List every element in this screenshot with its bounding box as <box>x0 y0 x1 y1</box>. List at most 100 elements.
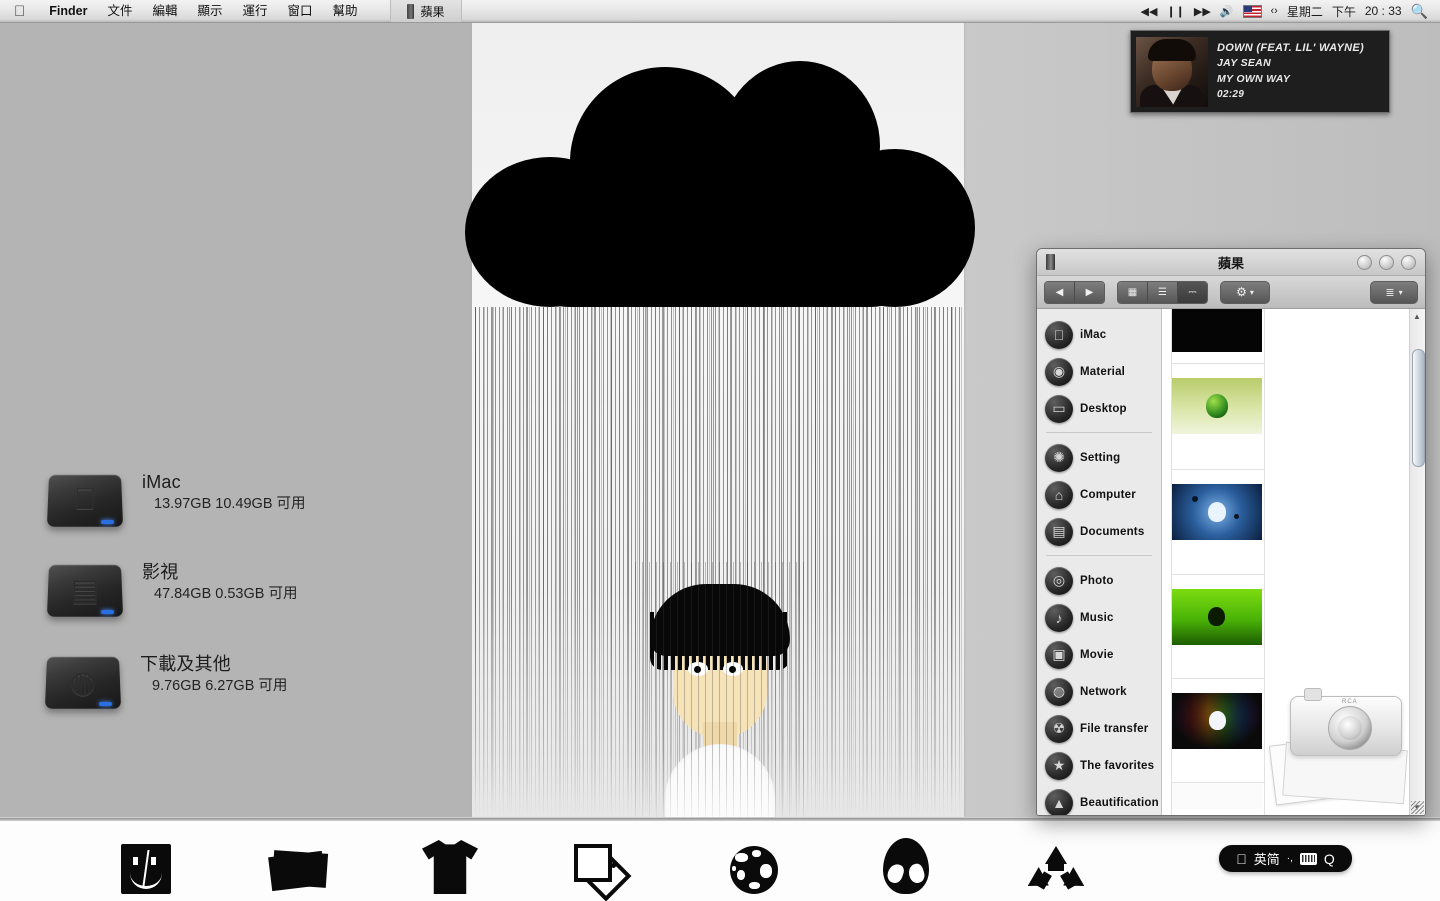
rewind-icon[interactable]: ◀◀ <box>1141 5 1158 18</box>
dock-item-browser[interactable] <box>718 832 790 894</box>
minimize-button[interactable] <box>1379 254 1394 270</box>
menu-item-finder[interactable]: Finder <box>39 0 97 22</box>
menu-item-go[interactable]: 運行 <box>233 0 278 22</box>
menubar-document-tab[interactable]: 蘋果 <box>389 0 462 22</box>
fast-forward-icon[interactable]: ▶▶ <box>1194 5 1211 18</box>
pause-icon[interactable]: ❙❙ <box>1166 5 1184 18</box>
apple-menu-icon[interactable]:  <box>14 4 25 19</box>
sidebar-item-file-transfer[interactable]: ☢ File transfer <box>1037 710 1161 747</box>
star-favorites-icon: ★ <box>1045 751 1073 780</box>
close-button[interactable] <box>1357 254 1372 270</box>
wallpaper-thumb-blue-splash[interactable] <box>1171 469 1265 581</box>
wallpaper-thumb-color-apple[interactable] <box>1171 678 1265 790</box>
file-transfer-icon: ☢ <box>1045 714 1073 743</box>
sidebar-item-label: Beautification <box>1080 796 1159 809</box>
back-arrow-icon[interactable]: ◀ <box>1045 281 1075 303</box>
wallpaper-thumb-green-apple[interactable] <box>1171 363 1265 475</box>
dock-item-finder[interactable] <box>110 832 182 894</box>
wallpaper-thumb-partial[interactable] <box>1171 782 1265 815</box>
photo-camera-icon: ◎ <box>1045 566 1073 595</box>
drive-name: 下載及其他 <box>140 654 231 674</box>
drive-glyph:  <box>44 473 126 527</box>
finder-toolbar[interactable]: ◀ ▶ ▦ ☰ ⎓ ⚙ ▾ ≣ ▾ <box>1037 276 1425 309</box>
drive-size: 47.84GB 0.53GB 可用 <box>154 586 298 602</box>
sidebar-item-label: The favorites <box>1080 759 1155 772</box>
column-view-button[interactable]: ⎓ <box>1178 281 1207 303</box>
menu-item-help[interactable]: 幫助 <box>323 0 368 22</box>
sync-icon[interactable]: ‹› <box>1271 5 1278 17</box>
menubar-document-title: 蘋果 <box>409 4 445 19</box>
music-now-playing-widget[interactable]: DOWN (FEAT. LIL' WAYNE) JAY SEAN MY OWN … <box>1130 30 1390 113</box>
finder-sidebar[interactable]:  iMac ◉ Material ▭ Desktop ✺ Setting ⌂ … <box>1037 309 1162 815</box>
zoom-button[interactable] <box>1401 254 1416 270</box>
sidebar-item-movie[interactable]: ▣ Movie <box>1037 636 1161 673</box>
navigation-buttons[interactable]: ◀ ▶ <box>1044 280 1105 304</box>
search-icon[interactable]: Q <box>1324 851 1335 867</box>
dock-item-alien[interactable] <box>870 832 942 894</box>
menu-item-edit[interactable]: 編輯 <box>142 0 187 22</box>
keyboard-icon[interactable] <box>1299 852 1317 865</box>
sidebar-item-label: Movie <box>1080 648 1114 661</box>
photos-stack-icon <box>268 850 329 894</box>
music-note-icon: ♪ <box>1045 603 1073 632</box>
finder-titlebar[interactable]: 蘋果 <box>1037 249 1425 276</box>
network-hard-drive-icon: ◍ <box>42 651 124 713</box>
ime-mode-label[interactable]: 英简 <box>1254 849 1280 868</box>
sidebar-item-desktop[interactable]: ▭ Desktop <box>1037 390 1161 427</box>
music-elapsed-time: 02:29 <box>1217 89 1245 100</box>
dock-item-photos[interactable] <box>262 832 334 894</box>
view-mode-buttons[interactable]: ▦ ☰ ⎓ <box>1117 280 1208 304</box>
apple-hard-drive-icon:  <box>44 469 126 531</box>
wallpaper-thumb-lime-apple[interactable] <box>1171 574 1265 686</box>
content-scrollbar[interactable]: ▲ ▼ <box>1409 309 1425 815</box>
desktop-drive-downloads[interactable]: ◍ 下載及其他 9.76GB 6.27GB 可用 <box>42 651 287 713</box>
drive-glyph: ▤ <box>70 573 100 607</box>
spotlight-search-icon[interactable]: 🔍 <box>1411 3 1428 20</box>
film-hard-drive-icon: ▤ <box>44 559 126 621</box>
window-resize-handle[interactable] <box>1411 801 1424 814</box>
menu-item-view[interactable]: 顯示 <box>187 0 232 22</box>
finder-window[interactable]: 蘋果 ◀ ▶ ▦ ☰ ⎓ ⚙ ▾ ≣ ▾  iMac <box>1036 248 1426 816</box>
sidebar-item-setting[interactable]: ✺ Setting <box>1037 439 1161 476</box>
input-method-widget[interactable]:  英简 ·, Q <box>1219 845 1352 872</box>
material-disc-icon: ◉ <box>1045 357 1073 386</box>
menu-item-file[interactable]: 文件 <box>97 0 142 22</box>
drive-size: 13.97GB 10.49GB 可用 <box>154 496 306 512</box>
document-proxy-icon[interactable] <box>1046 254 1055 270</box>
sidebar-item-computer[interactable]: ⌂ Computer <box>1037 476 1161 513</box>
movie-screen-icon: ▣ <box>1045 640 1073 669</box>
dock-item-trash[interactable] <box>1020 832 1092 896</box>
dock-item-tshirt[interactable] <box>414 832 486 894</box>
scrollbar-thumb[interactable] <box>1412 349 1425 467</box>
apple-disk-icon:  <box>1045 320 1073 349</box>
sidebar-item-documents[interactable]: ▤ Documents <box>1037 513 1161 550</box>
drive-glyph: ◍ <box>69 665 97 699</box>
icon-view-button[interactable]: ▦ <box>1118 281 1148 303</box>
desktop-drive-video[interactable]: ▤ 影視 47.84GB 0.53GB 可用 <box>44 559 297 621</box>
alien-head-icon <box>883 838 929 894</box>
dock-item-tags[interactable] <box>566 832 638 901</box>
menubar-clock[interactable]: 20 : 33 <box>1365 4 1402 18</box>
finder-content-pane[interactable]: RCA ▲ ▼ <box>1162 309 1425 815</box>
desktop-drive-imac[interactable]:  iMac 13.97GB 10.49GB 可用 <box>44 469 306 531</box>
sidebar-item-beautification[interactable]: ▲ Beautification <box>1037 784 1161 815</box>
sidebar-item-favorites[interactable]: ★ The favorites <box>1037 747 1161 784</box>
sidebar-item-music[interactable]: ♪ Music <box>1037 599 1161 636</box>
sidebar-item-photo[interactable]: ◎ Photo <box>1037 562 1161 599</box>
sidebar-item-imac[interactable]:  iMac <box>1037 316 1161 353</box>
us-flag-icon[interactable] <box>1242 4 1262 18</box>
scroll-up-arrow[interactable]: ▲ <box>1413 312 1421 321</box>
list-view-button[interactable]: ☰ <box>1148 281 1178 303</box>
gear-action-icon[interactable]: ⚙ ▾ <box>1220 280 1270 304</box>
sidebar-item-network[interactable]: ◍ Network <box>1037 673 1161 710</box>
arrange-sort-icon[interactable]: ≣ ▾ <box>1370 280 1418 304</box>
menu-item-window[interactable]: 窗口 <box>278 0 323 22</box>
sidebar-item-label: Material <box>1080 365 1126 378</box>
boy-in-rain-figure <box>635 562 810 817</box>
sidebar-divider <box>1046 555 1152 556</box>
forward-arrow-icon[interactable]: ▶ <box>1075 281 1104 303</box>
sidebar-item-material[interactable]: ◉ Material <box>1037 353 1161 390</box>
menu-bar[interactable]:  Finder 文件 編輯 顯示 運行 窗口 幫助 蘋果 ◀◀ ❙❙ ▶▶ 🔊… <box>0 0 1440 23</box>
speaker-icon[interactable]: 🔊 <box>1220 5 1234 18</box>
album-artwork <box>1136 36 1208 107</box>
